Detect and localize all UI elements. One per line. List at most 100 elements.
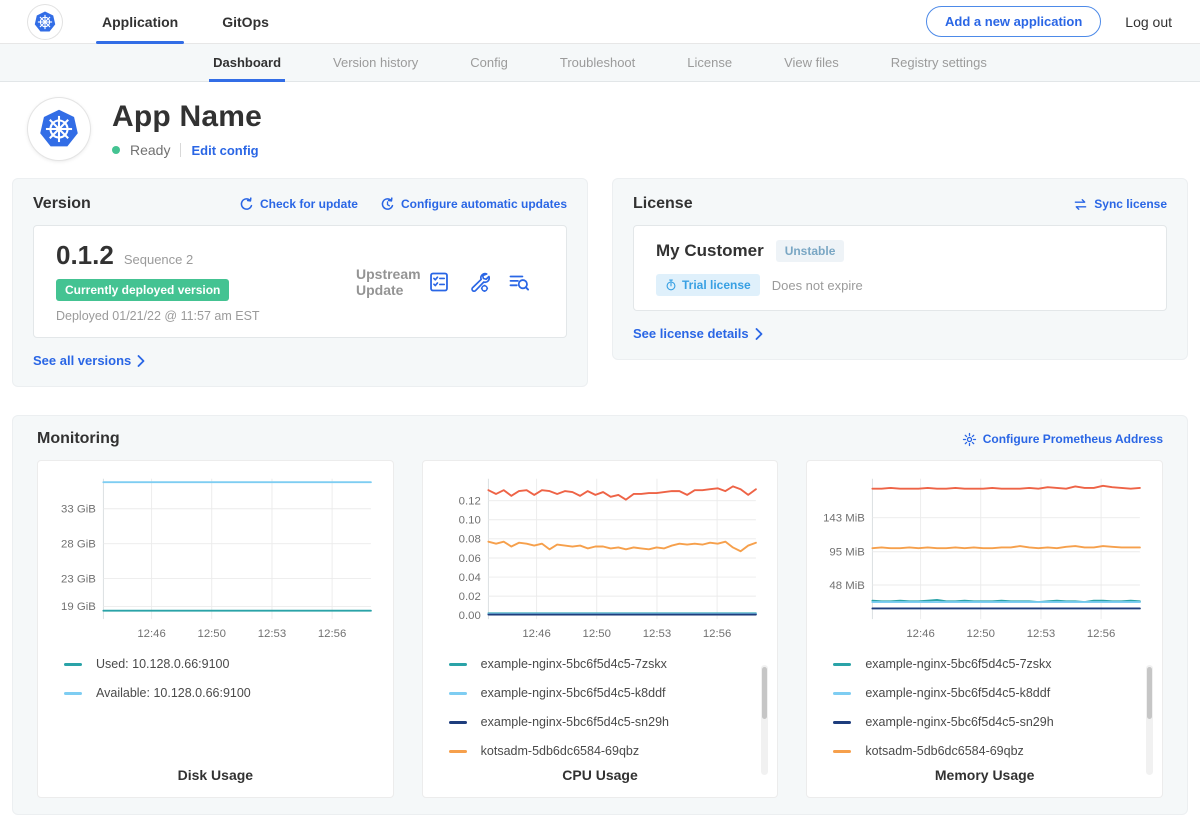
edit-config-link[interactable]: Edit config <box>191 143 258 158</box>
see-all-versions-link[interactable]: See all versions <box>33 353 145 368</box>
stopwatch-icon <box>665 279 677 291</box>
channel-badge: Unstable <box>776 240 845 262</box>
tab-dashboard[interactable]: Dashboard <box>187 44 307 81</box>
version-card: Version Check for update Configure au <box>12 178 588 387</box>
legend-color-dash <box>833 750 851 753</box>
disk-usage-chart: 12:4612:5012:5312:5619 GiB23 GiB28 GiB33… <box>48 473 383 644</box>
legend-item: kotsadm-5db6dc6584-69qbz <box>833 743 1152 760</box>
tab-config[interactable]: Config <box>444 44 534 81</box>
deployed-timestamp: Deployed 01/21/22 @ 11:57 am EST <box>56 309 356 323</box>
logout-link[interactable]: Log out <box>1125 14 1172 30</box>
app-header: App Name Ready Edit config <box>0 82 1200 178</box>
legend-item: example-nginx-5bc6f5d4c5-7zskx <box>833 656 1152 673</box>
svg-text:0.00: 0.00 <box>458 610 480 622</box>
svg-text:48 MiB: 48 MiB <box>830 580 865 592</box>
top-navbar: Application GitOps Add a new application… <box>0 0 1200 44</box>
add-application-button[interactable]: Add a new application <box>926 6 1101 37</box>
legend-color-dash <box>449 692 467 695</box>
top-nav-right: Add a new application Log out <box>926 6 1172 37</box>
legend-label: example-nginx-5bc6f5d4c5-k8ddf <box>865 686 1050 700</box>
version-card-title: Version <box>33 195 91 213</box>
nav-tab-application-label: Application <box>102 14 178 30</box>
legend-label: example-nginx-5bc6f5d4c5-k8ddf <box>481 686 666 700</box>
edit-config-icon[interactable] <box>468 271 490 293</box>
svg-text:12:53: 12:53 <box>1027 628 1055 640</box>
configure-automatic-updates-link[interactable]: Configure automatic updates <box>380 197 567 212</box>
trial-license-badge: Trial license <box>656 274 760 296</box>
current-version-card: 0.1.2 Sequence 2 Currently deployed vers… <box>33 225 567 338</box>
app-name-title: App Name <box>112 100 262 134</box>
top-nav-tabs: Application GitOps <box>96 0 307 43</box>
legend-label: kotsadm-5db6dc6584-69qbz <box>481 744 639 758</box>
legend-color-dash <box>64 663 82 666</box>
legend-label: example-nginx-5bc6f5d4c5-7zskx <box>481 657 667 671</box>
customer-name: My Customer <box>656 241 764 261</box>
legend-scrollbar[interactable] <box>1146 665 1153 775</box>
app-status-row: Ready Edit config <box>112 142 262 158</box>
see-license-details-link[interactable]: See license details <box>633 326 763 341</box>
legend-scrollbar[interactable] <box>761 665 768 775</box>
legend-label: Used: 10.128.0.66:9100 <box>96 657 229 671</box>
disk-usage-card: 12:4612:5012:5312:5619 GiB23 GiB28 GiB33… <box>37 460 394 798</box>
legend-color-dash <box>833 692 851 695</box>
sync-license-link[interactable]: Sync license <box>1073 197 1167 211</box>
svg-text:0.06: 0.06 <box>458 553 480 565</box>
legend-color-dash <box>449 750 467 753</box>
cpu-usage-card: 12:4612:5012:5312:560.000.020.040.060.08… <box>422 460 779 798</box>
preflight-checks-icon[interactable] <box>428 271 450 293</box>
svg-text:143 MiB: 143 MiB <box>823 512 865 524</box>
tab-registry-settings[interactable]: Registry settings <box>865 44 1013 81</box>
check-for-update-link[interactable]: Check for update <box>239 197 358 212</box>
svg-text:0.12: 0.12 <box>458 495 480 507</box>
tab-troubleshoot[interactable]: Troubleshoot <box>534 44 661 81</box>
license-card-title: License <box>633 195 693 213</box>
dashboard-cards-row: Version Check for update Configure au <box>0 178 1200 387</box>
chevron-right-icon <box>755 328 763 340</box>
svg-text:23 GiB: 23 GiB <box>61 573 96 585</box>
divider <box>180 143 181 157</box>
license-card: License Sync license My Customer Unstabl… <box>612 178 1188 360</box>
legend-color-dash <box>449 663 467 666</box>
kubernetes-logo-icon <box>33 10 57 34</box>
chart-title: Disk Usage <box>48 767 383 783</box>
nav-tab-application[interactable]: Application <box>96 0 184 43</box>
svg-text:0.02: 0.02 <box>458 591 480 603</box>
version-number: 0.1.2 <box>56 240 114 271</box>
nav-tab-gitops[interactable]: GitOps <box>216 0 275 43</box>
chevron-right-icon <box>137 355 145 367</box>
legend-item: example-nginx-5bc6f5d4c5-sn29h <box>449 714 768 731</box>
legend-label: example-nginx-5bc6f5d4c5-sn29h <box>481 715 669 729</box>
legend-item: example-nginx-5bc6f5d4c5-sn29h <box>833 714 1152 731</box>
monitoring-section: Monitoring Configure Prometheus Address … <box>12 415 1188 815</box>
legend-item: Used: 10.128.0.66:9100 <box>64 656 383 673</box>
sync-icon <box>1073 198 1088 211</box>
configure-prometheus-link[interactable]: Configure Prometheus Address <box>962 432 1163 447</box>
legend-item: example-nginx-5bc6f5d4c5-7zskx <box>449 656 768 673</box>
memory-usage-legend: example-nginx-5bc6f5d4c5-7zskx example-ng… <box>817 656 1152 767</box>
tab-license[interactable]: License <box>661 44 758 81</box>
svg-text:0.04: 0.04 <box>458 572 480 584</box>
version-card-header: Version Check for update Configure au <box>33 195 567 213</box>
version-source: Upstream Update <box>356 266 428 298</box>
svg-text:33 GiB: 33 GiB <box>61 504 96 516</box>
svg-text:12:46: 12:46 <box>522 628 550 640</box>
memory-usage-chart: 12:4612:5012:5312:5648 MiB95 MiB143 MiB <box>817 473 1152 644</box>
scrollbar-thumb[interactable] <box>1147 667 1152 719</box>
svg-text:12:50: 12:50 <box>582 628 610 640</box>
cpu-usage-legend: example-nginx-5bc6f5d4c5-7zskx example-ng… <box>433 656 768 767</box>
app-avatar <box>28 98 90 160</box>
tab-version-history[interactable]: Version history <box>307 44 444 81</box>
kubernetes-logo[interactable] <box>28 5 62 39</box>
svg-text:12:56: 12:56 <box>1087 628 1115 640</box>
scrollbar-thumb[interactable] <box>762 667 767 719</box>
view-diff-icon[interactable] <box>508 271 530 293</box>
legend-item: Available: 10.128.0.66:9100 <box>64 685 383 702</box>
tab-view-files[interactable]: View files <box>758 44 865 81</box>
chart-title: CPU Usage <box>433 767 768 783</box>
legend-item: kotsadm-5db6dc6584-69qbz <box>449 743 768 760</box>
legend-color-dash <box>833 721 851 724</box>
svg-text:28 GiB: 28 GiB <box>61 538 96 550</box>
svg-text:12:50: 12:50 <box>197 628 225 640</box>
license-card-header: License Sync license <box>633 195 1167 213</box>
legend-label: example-nginx-5bc6f5d4c5-7zskx <box>865 657 1051 671</box>
